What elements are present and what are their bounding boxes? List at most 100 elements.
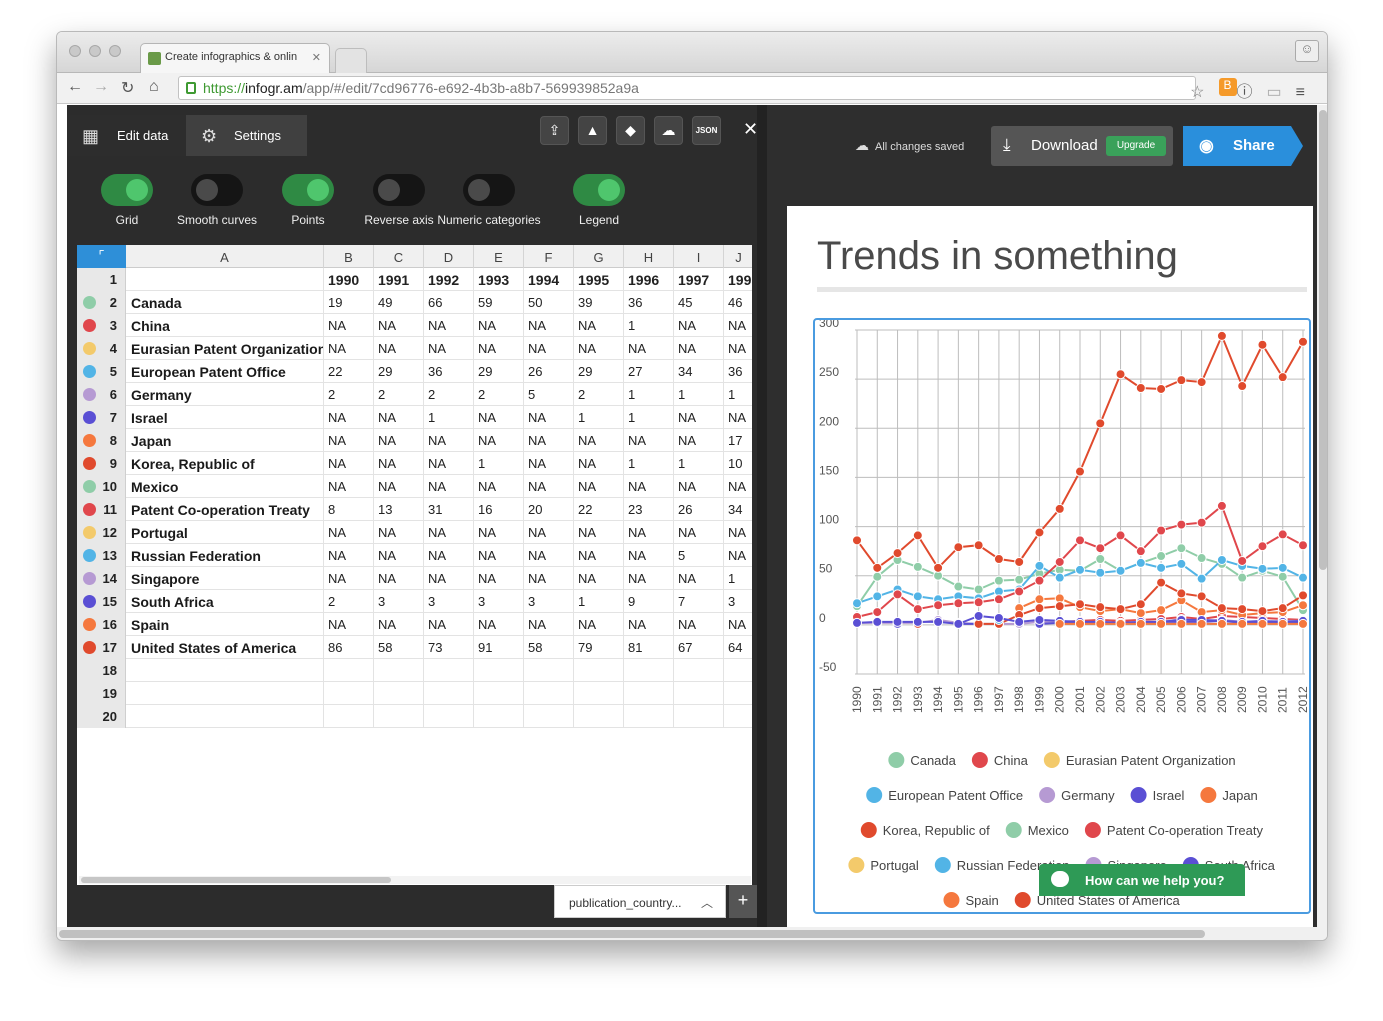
cell[interactable]: NA [474,337,524,360]
cell[interactable]: NA [374,429,424,452]
chevron-up-icon[interactable]: ︿ [701,894,713,911]
maximize-window-button[interactable] [109,45,121,57]
row-number[interactable]: 18 [77,659,126,682]
cell[interactable]: 86 [324,636,374,659]
cell[interactable]: 22 [324,360,374,383]
cell[interactable]: NA [424,521,474,544]
cell[interactable]: NA [574,475,624,498]
cell[interactable]: NA [474,475,524,498]
horizontal-scroll-thumb[interactable] [81,877,391,883]
cell[interactable]: 1 [624,452,674,475]
cell[interactable] [374,705,424,728]
toggle-reverse-axis[interactable] [373,174,425,206]
cell[interactable]: 5 [674,544,724,567]
vertical-scrollbar[interactable] [1317,105,1327,927]
cell[interactable]: NA [624,544,674,567]
cell[interactable]: 91 [474,636,524,659]
cell[interactable]: NA [474,521,524,544]
cell[interactable]: NA [424,429,474,452]
cell[interactable] [424,659,474,682]
cell[interactable]: 58 [524,636,574,659]
cloud-icon[interactable]: ☁ [654,116,683,145]
cell[interactable]: 1995 [574,268,624,291]
cell[interactable]: European Patent Office [126,360,324,383]
row-number[interactable]: 3 [77,314,126,337]
cell[interactable]: NA [374,521,424,544]
home-icon[interactable]: ⌂ [149,78,159,96]
cell[interactable]: 34 [724,498,752,521]
cell[interactable] [324,705,374,728]
download-button[interactable]: ⤓ Download Upgrade [991,126,1173,166]
vertical-scroll-thumb[interactable] [1319,110,1327,570]
cell[interactable] [674,659,724,682]
cell[interactable]: NA [324,452,374,475]
cell[interactable]: 64 [724,636,752,659]
cell[interactable]: 79 [574,636,624,659]
cell[interactable]: 8 [324,498,374,521]
cell[interactable]: 46 [724,291,752,314]
cell[interactable]: NA [474,406,524,429]
cell[interactable] [574,682,624,705]
cell[interactable]: NA [524,521,574,544]
row-number[interactable]: 7 [77,406,126,429]
cell[interactable]: China [126,314,324,337]
cell[interactable]: 2 [424,383,474,406]
cell[interactable]: 3 [524,590,574,613]
cell[interactable]: 13 [374,498,424,521]
cell[interactable]: NA [374,406,424,429]
series-color-dot[interactable] [83,434,96,447]
cell[interactable]: 31 [424,498,474,521]
column-header[interactable]: E [474,245,524,268]
cell[interactable]: 1994 [524,268,574,291]
cell[interactable] [574,705,624,728]
row-number[interactable]: 6 [77,383,126,406]
cell[interactable]: 1 [674,452,724,475]
cell[interactable] [524,682,574,705]
cell[interactable]: 81 [624,636,674,659]
cell[interactable]: 3 [374,590,424,613]
cell[interactable] [424,682,474,705]
cell[interactable]: 1 [574,590,624,613]
toggle-numeric-categories[interactable] [463,174,515,206]
cell[interactable] [324,682,374,705]
blogger-icon[interactable]: B [1218,78,1237,96]
cell[interactable] [624,705,674,728]
cell[interactable]: NA [624,521,674,544]
cell[interactable]: NA [674,314,724,337]
chart-title[interactable]: Trends in something [817,234,1178,279]
cell[interactable]: NA [424,567,474,590]
column-header[interactable]: I [674,245,724,268]
cell[interactable]: NA [724,544,752,567]
cell[interactable]: 59 [474,291,524,314]
cell[interactable]: NA [674,406,724,429]
cell[interactable]: NA [724,337,752,360]
new-tab-button[interactable] [335,48,367,73]
data-grid[interactable]: ABCDEFGHIJ ⌜ 1 1990 1991 1992 1993 1994 1995 19… [77,245,752,885]
cell[interactable]: 36 [424,360,474,383]
cell[interactable]: NA [474,613,524,636]
cell[interactable]: 19 [324,291,374,314]
cell[interactable] [724,705,752,728]
tab-settings[interactable]: ⚙ Settings [186,115,307,156]
cell[interactable]: NA [374,567,424,590]
row-number[interactable]: 1 [77,268,126,291]
column-header[interactable]: B [324,245,374,268]
cell[interactable]: 66 [424,291,474,314]
cell[interactable]: 1 [674,383,724,406]
cell[interactable] [474,682,524,705]
row-number[interactable]: 10 [77,475,126,498]
cell[interactable] [724,659,752,682]
select-all-corner[interactable]: ⌜ [77,245,126,268]
series-color-dot[interactable] [83,480,96,493]
cell[interactable]: NA [574,337,624,360]
cell[interactable]: NA [474,314,524,337]
cell[interactable]: NA [674,613,724,636]
cell[interactable]: Portugal [126,521,324,544]
share-button[interactable]: ◉ Share [1183,126,1303,166]
cell[interactable] [674,705,724,728]
cell[interactable]: 2 [324,590,374,613]
chat-button[interactable]: How can we help you? [1039,864,1245,896]
cell[interactable]: 1991 [374,268,424,291]
cell[interactable]: Russian Federation [126,544,324,567]
toggle-legend[interactable] [573,174,625,206]
